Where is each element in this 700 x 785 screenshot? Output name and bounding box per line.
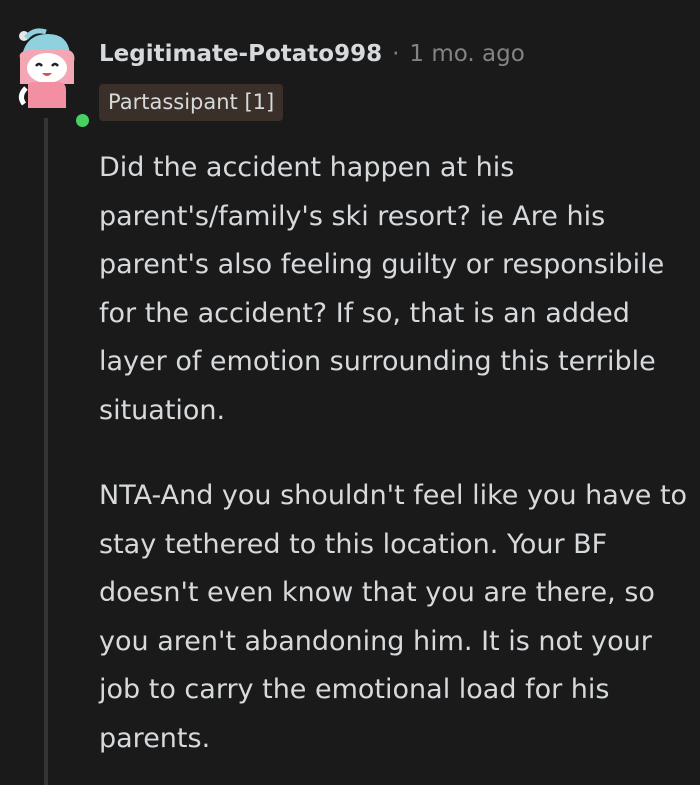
comment-body: Did the accident happen at his parent's/…: [99, 144, 689, 763]
snoo-avatar-icon: [18, 28, 75, 108]
comment-timestamp[interactable]: 1 mo. ago: [409, 38, 524, 70]
comment-paragraph: Did the accident happen at his parent's/…: [99, 152, 665, 426]
meta-separator: ·: [392, 41, 400, 67]
thread-collapse-line[interactable]: [44, 118, 48, 785]
user-flair: Partassipant [1]: [99, 84, 284, 121]
user-avatar[interactable]: [12, 24, 92, 130]
online-status-icon: [73, 111, 92, 130]
username-link[interactable]: Legitimate-Potato998: [99, 38, 382, 70]
comment-header: Legitimate-Potato998 · 1 mo. ago: [99, 38, 525, 70]
comment: Legitimate-Potato998 · 1 mo. ago Partass…: [0, 0, 700, 785]
comment-paragraph: NTA-And you shouldn't feel like you have…: [99, 480, 688, 754]
